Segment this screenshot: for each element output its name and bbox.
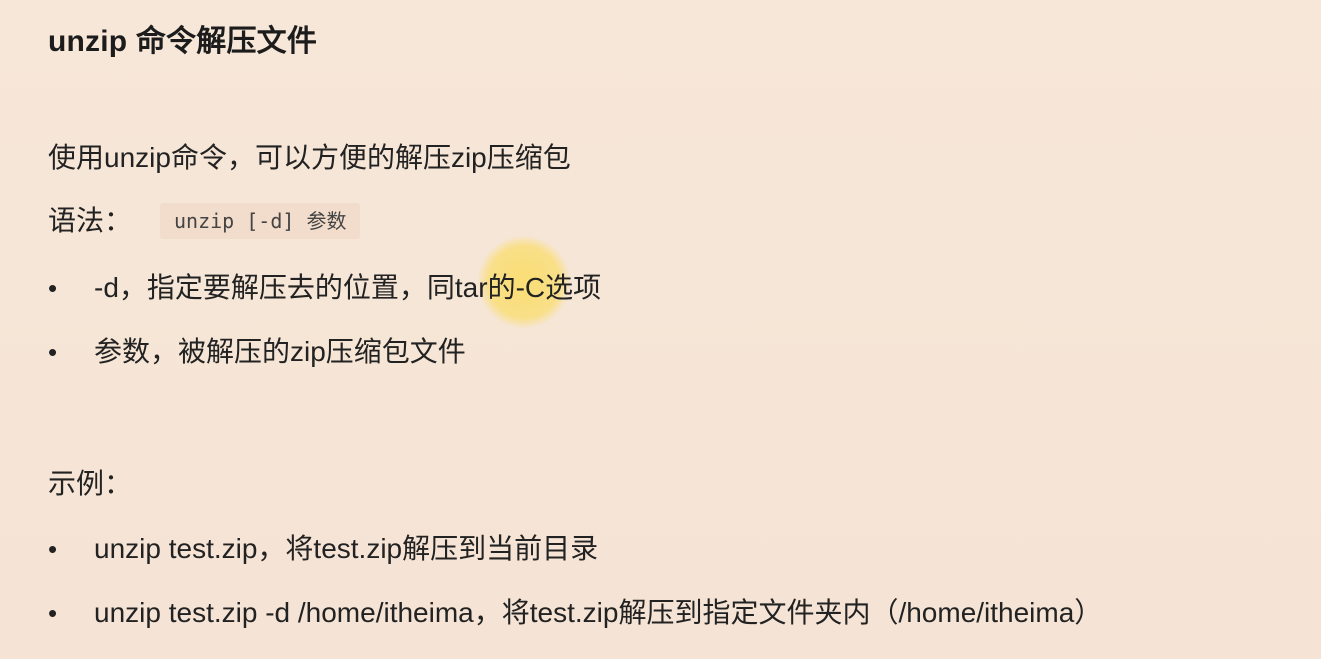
syntax-code: unzip [-d] 参数 (160, 203, 361, 239)
page-title: unzip 命令解压文件 (48, 25, 318, 58)
syntax-label: 语法： (48, 205, 133, 236)
intro-text: 使用unzip命令，可以方便的解压zip压缩包 (48, 142, 571, 173)
param-item-arg: • 参数，被解压的zip压缩包文件 (48, 334, 466, 370)
param-text: -d，指定要解压去的位置，同tar的-C选项 (94, 272, 602, 303)
syntax-row: 语法： unzip [-d] 参数 (48, 203, 361, 239)
slide: unzip 命令解压文件 使用unzip命令，可以方便的解压zip压缩包 语法：… (0, 0, 1321, 659)
bullet-icon: • (48, 273, 58, 303)
example-text: unzip test.zip -d /home/itheima，将test.zi… (94, 597, 1103, 628)
example-item-2: • unzip test.zip -d /home/itheima，将test.… (48, 595, 1102, 631)
bullet-icon: • (48, 598, 58, 628)
param-text: 参数，被解压的zip压缩包文件 (94, 336, 466, 367)
example-label: 示例： (48, 468, 133, 499)
param-item-d: • -d，指定要解压去的位置，同tar的-C选项 (48, 270, 601, 306)
example-text: unzip test.zip，将test.zip解压到当前目录 (94, 533, 599, 564)
example-item-1: • unzip test.zip，将test.zip解压到当前目录 (48, 531, 598, 567)
bullet-icon: • (48, 337, 58, 367)
bullet-icon: • (48, 534, 58, 564)
